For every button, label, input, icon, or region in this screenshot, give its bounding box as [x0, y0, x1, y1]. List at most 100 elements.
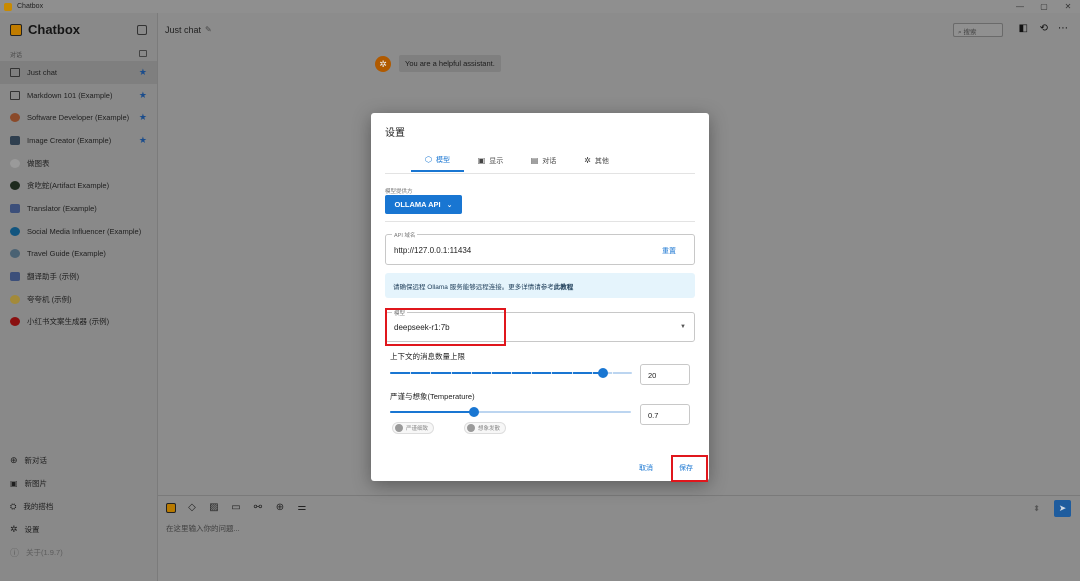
toolbox-icon[interactable]: ◧: [1019, 23, 1028, 34]
maximize-button[interactable]: ▢: [1032, 2, 1056, 11]
settings-label: 设置: [24, 525, 40, 534]
more-icon[interactable]: ⋯: [1058, 23, 1068, 34]
tab-other[interactable]: ✲ 其他: [570, 149, 623, 172]
snake-avatar-icon: [10, 181, 20, 191]
sidebar-bottom-actions: ⊕ 新对话 ▣ 新图片 ⛭ 我的搭档 ✲ 设置 ⓘ 关于(1.9.7): [0, 449, 158, 564]
globe-icon[interactable]: ⊕: [274, 502, 286, 513]
image-icon[interactable]: ▨: [208, 502, 220, 513]
my-partners-button[interactable]: ⛭ 我的搭档: [0, 495, 158, 518]
tab-display[interactable]: ▣ 显示: [464, 149, 517, 172]
info-link[interactable]: 此教程: [554, 284, 574, 291]
context-slider[interactable]: [390, 368, 632, 378]
strict-chip-label: 严谨细致: [406, 426, 429, 432]
section-label: 对话: [10, 53, 23, 59]
star-icon[interactable]: ★: [139, 67, 147, 78]
sidebar-item-label: 贪吃蛇(Artifact Example): [27, 181, 110, 191]
cancel-button[interactable]: 取消: [639, 463, 653, 473]
app-icon: [4, 2, 12, 11]
expand-icon[interactable]: ⬍: [1033, 504, 1040, 513]
model-select-icon[interactable]: [166, 502, 176, 513]
sidebar-item-label: 做图表: [27, 158, 50, 168]
strict-chip[interactable]: 严谨细致: [392, 422, 435, 434]
highlight-model-box: [385, 308, 506, 346]
sidebar-toggle-icon[interactable]: [137, 24, 147, 35]
cube-icon: ⬡: [425, 155, 432, 164]
new-image-label: 新图片: [24, 479, 48, 488]
input-toolbar: ◇ ▨ ▭ ⚯ ⊕ ⚌: [166, 502, 308, 513]
sidebar-item-markdown[interactable]: Markdown 101 (Example) ★: [0, 84, 157, 107]
context-input[interactable]: 20: [640, 364, 690, 385]
sidebar-item-software-developer[interactable]: Software Developer (Example) ★: [0, 106, 157, 129]
chevron-down-icon: ⌄: [446, 201, 453, 209]
my-partners-label: 我的搭档: [23, 502, 54, 511]
link-icon[interactable]: ⚯: [252, 502, 264, 513]
close-window-button[interactable]: ✕: [1056, 2, 1080, 11]
slider-tick: [531, 372, 533, 374]
partner-icon: ⛭: [10, 501, 17, 511]
temperature-slider-thumb[interactable]: [469, 407, 480, 417]
temperature-slider[interactable]: [390, 407, 631, 417]
slider-tick: [591, 372, 593, 374]
api-host-label: API 域名: [392, 231, 418, 239]
context-label: 上下文的消息数量上限: [390, 352, 465, 361]
star-icon[interactable]: ★: [139, 135, 147, 146]
sidebar-item-label: Social Media Influencer (Example): [27, 226, 142, 236]
provider-value: OLLAMA API: [394, 200, 441, 209]
star-icon[interactable]: ★: [139, 90, 147, 101]
folder-icon[interactable]: ▭: [230, 502, 242, 513]
window-title: Chatbox: [17, 3, 44, 10]
translator-avatar-icon: [10, 272, 20, 282]
reset-link[interactable]: 重置: [662, 246, 676, 256]
search-input[interactable]: ⌕ 搜索: [953, 23, 1003, 37]
sidebar-item-label: 夸夸机 (示例): [27, 294, 72, 304]
sidebar-item-social-media[interactable]: Social Media Influencer (Example): [0, 220, 157, 243]
image-avatar-icon: [10, 135, 20, 145]
info-icon: ⓘ: [10, 548, 20, 558]
send-button[interactable]: ➤: [1054, 500, 1071, 517]
sidebar: Chatbox 对话 Just chat ★ Markdown 101 (Exa…: [0, 13, 158, 581]
slider-tick: [611, 372, 613, 374]
creative-chip[interactable]: 想象发散: [464, 422, 507, 434]
star-icon[interactable]: ★: [139, 112, 147, 123]
sidebar-item-image-creator[interactable]: Image Creator (Example) ★: [0, 129, 157, 152]
provider-select-button[interactable]: OLLAMA API ⌄: [385, 195, 462, 214]
sidebar-item-translate-assistant[interactable]: 翻译助手 (示例): [0, 265, 157, 288]
praise-avatar-icon: [10, 294, 20, 304]
tab-label: 显示: [489, 157, 504, 165]
new-chat-button[interactable]: ⊕ 新对话: [0, 449, 158, 472]
history-icon[interactable]: ⟲: [1040, 23, 1048, 34]
message-input[interactable]: 在这里输入你的问题...: [166, 523, 240, 534]
tab-model[interactable]: ⬡ 模型: [411, 149, 464, 172]
edit-pencil-icon[interactable]: ✎: [205, 25, 212, 34]
slider-tick: [571, 372, 573, 374]
sidebar-item-just-chat[interactable]: Just chat ★: [0, 61, 157, 84]
api-host-field[interactable]: API 域名 http://127.0.0.1:11434 重置: [385, 231, 695, 265]
slider-tick: [551, 372, 553, 374]
context-slider-thumb[interactable]: [597, 368, 608, 378]
about-label: 关于(1.9.7): [26, 548, 63, 557]
eraser-icon[interactable]: ◇: [186, 502, 198, 513]
travel-avatar-icon: [10, 249, 20, 259]
creative-icon: [467, 424, 475, 432]
tab-chat[interactable]: ▤ 对话: [517, 149, 570, 172]
dialog-title: 设置: [385, 128, 405, 139]
settings-button[interactable]: ✲ 设置: [0, 518, 158, 541]
new-image-button[interactable]: ▣ 新图片: [0, 472, 158, 495]
slider-tick: [490, 372, 492, 374]
temperature-input[interactable]: 0.7: [640, 404, 690, 425]
sidebar-item-snake[interactable]: 贪吃蛇(Artifact Example): [0, 174, 157, 197]
sliders-icon[interactable]: ⚌: [296, 502, 308, 513]
send-icon: ➤: [1058, 503, 1067, 513]
clean-list-icon[interactable]: [139, 50, 147, 57]
sidebar-item-chart[interactable]: 做图表: [0, 152, 157, 175]
sidebar-item-translator[interactable]: Translator (Example): [0, 197, 157, 220]
developer-avatar-icon: [10, 113, 20, 123]
minimize-button[interactable]: —: [1008, 2, 1032, 11]
highlight-save-box: [671, 455, 708, 482]
sidebar-item-travel-guide[interactable]: Travel Guide (Example): [0, 243, 157, 266]
display-icon: ▣: [477, 156, 486, 165]
sidebar-item-xiaohongshu[interactable]: 小红书文案生成器 (示例): [0, 311, 157, 334]
sidebar-item-praise[interactable]: 夸夸机 (示例): [0, 288, 157, 311]
gear-icon: ✲: [10, 524, 18, 534]
about-button[interactable]: ⓘ 关于(1.9.7): [0, 541, 158, 564]
